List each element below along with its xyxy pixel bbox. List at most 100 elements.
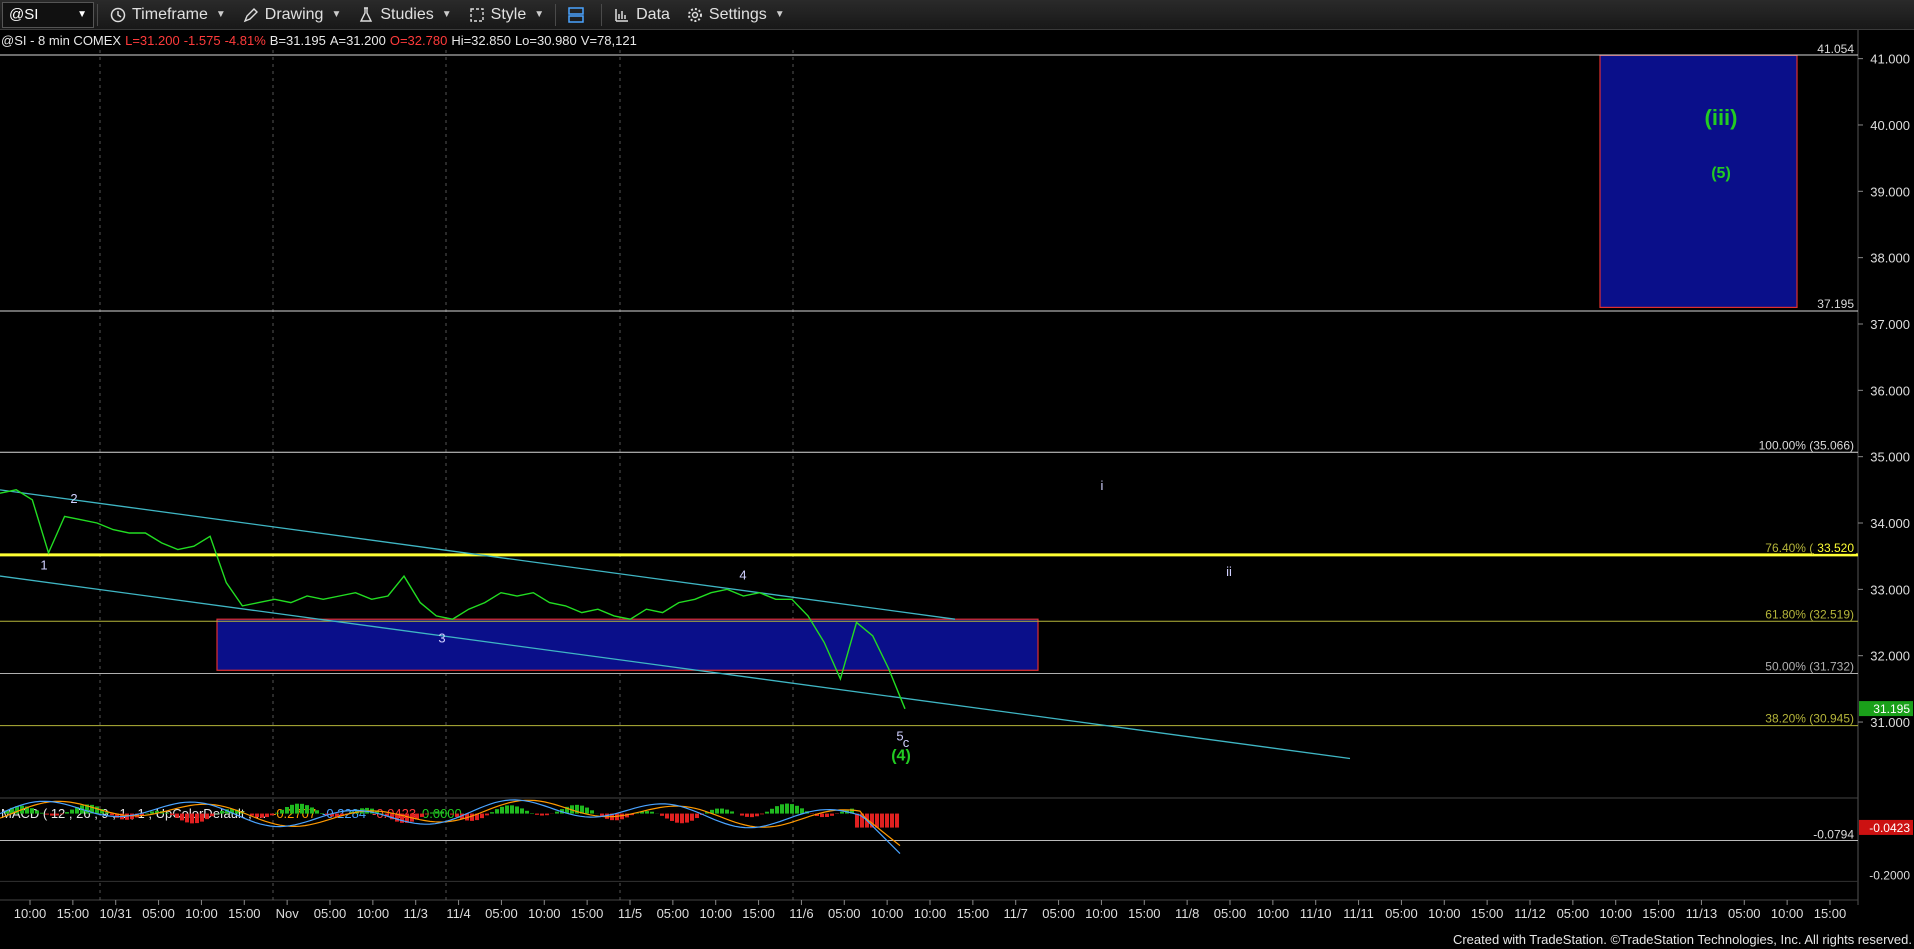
x-tick-label: 10:00 [914, 906, 947, 921]
x-tick-label: 10:00 [14, 906, 47, 921]
macd-histogram-bar [195, 813, 199, 824]
macd-histogram-bar [855, 813, 859, 828]
level-label-5: 50.00% (31.732) [1765, 659, 1854, 673]
target-box-iii [1599, 54, 1798, 309]
macd-histogram-bar [695, 813, 699, 819]
macd-histogram-bar [30, 808, 34, 814]
wave-label: i [1101, 478, 1104, 493]
macd-histogram-bar [70, 809, 74, 814]
x-tick-label: 11/13 [1686, 906, 1718, 921]
macd-histogram-bar [680, 813, 684, 824]
x-tick-label: 10:00 [1771, 906, 1804, 921]
macd-histogram-bar [660, 813, 664, 816]
macd-histogram-bar [500, 806, 504, 814]
macd-histogram-bar [150, 811, 154, 814]
volume: V=78,121 [580, 32, 637, 48]
macd-histogram-bar [310, 807, 314, 814]
macd-histogram-bar [725, 809, 729, 814]
macd-histogram-bar [505, 805, 509, 814]
x-tick-label: 15:00 [1128, 906, 1161, 921]
macd-histogram-bar [45, 813, 49, 815]
macd-histogram-bar [270, 813, 274, 816]
x-tick-label: 05:00 [657, 906, 690, 921]
x-tick-label: 11/10 [1300, 906, 1332, 921]
x-tick-label: 15:00 [742, 906, 775, 921]
macd-histogram-bar [730, 811, 734, 814]
macd-histogram-bar [720, 808, 724, 814]
y-tick-label: 32.000 [1870, 649, 1910, 664]
macd-histogram-bar [470, 813, 474, 821]
price-chart[interactable]: 41.000 40.000 39.000 38.000 37.000 36.000 35.0… [0, 0, 1914, 949]
macd-histogram-bar [35, 810, 39, 814]
macd-histogram-bar [830, 813, 834, 816]
macd-histogram-bar [200, 813, 204, 822]
macd-histogram-bar [540, 813, 544, 816]
last-price: L=31.200 [125, 32, 180, 48]
macd-histogram-bar [180, 813, 184, 821]
macd-histogram-bar [765, 811, 769, 814]
macd-histogram-bar [190, 813, 194, 824]
x-tick-label: 10:00 [1257, 906, 1290, 921]
macd-histogram-bar [495, 809, 499, 814]
x-tick-label: 05:00 [142, 906, 175, 921]
x-tick-label: 10:00 [871, 906, 904, 921]
high-price: Hi=32.850 [451, 32, 511, 48]
bid-price: B=31.195 [269, 32, 326, 48]
macd-histogram-bar [740, 813, 744, 816]
macd-histogram-bar [285, 806, 289, 814]
macd-histogram-bar [545, 813, 549, 816]
footer-credit: Created with TradeStation. ©TradeStation… [1452, 930, 1912, 949]
x-tick-label: 15:00 [957, 906, 990, 921]
macd-histogram-bar [880, 813, 884, 828]
macd-histogram-bar [755, 813, 759, 817]
y-tick-label: 39.000 [1870, 184, 1910, 199]
macd-histogram-bar [420, 813, 424, 817]
macd-histogram-bar [650, 811, 654, 814]
macd-histogram-bar [255, 813, 259, 818]
wave-label: (iii) [1705, 105, 1738, 130]
macd-histogram-bar [770, 808, 774, 814]
macd-histogram-bar [55, 813, 59, 816]
macd-histogram-bar [440, 811, 444, 814]
x-tick-label: 05:00 [1214, 906, 1247, 921]
current-price-label: 31.195 [1873, 702, 1910, 716]
macd-histogram-bar [430, 812, 434, 814]
level-label-6: 38.20% (30.945) [1765, 712, 1854, 726]
level-label-0: 41.054 [1817, 42, 1854, 56]
y-tick-label: 33.000 [1870, 582, 1910, 597]
macd-histogram-bar [275, 812, 279, 814]
macd-histogram-bar [65, 812, 69, 814]
x-tick-label: 05:00 [314, 906, 347, 921]
macd-histogram-bar [585, 807, 589, 814]
level-label-2: 100.00% (35.066) [1759, 438, 1854, 452]
macd-histogram-bar [445, 812, 449, 814]
macd-histogram-bar [590, 810, 594, 814]
macd-histogram-bar [40, 812, 44, 814]
macd-histogram-bar [665, 813, 669, 819]
y-tick-label: 35.000 [1870, 450, 1910, 465]
x-tick-label: 15:00 [571, 906, 604, 921]
x-tick-label: 11/8 [1175, 906, 1199, 921]
x-tick-label: 10:00 [528, 906, 561, 921]
x-tick-label: 11/11 [1343, 906, 1374, 921]
macd-histogram-bar [425, 813, 429, 815]
macd-histogram-bar [685, 813, 689, 823]
x-tick-label: 15:00 [1814, 906, 1847, 921]
macd-histogram-bar [60, 813, 64, 815]
x-tick-label: 11/7 [1004, 906, 1028, 921]
x-tick-label: 10:00 [1428, 906, 1461, 921]
macd-histogram-bar [265, 813, 269, 818]
y-tick-label: 34.000 [1870, 516, 1910, 531]
y-tick-label: 40.000 [1870, 118, 1910, 133]
macd-tick-label: -0.2000 [1869, 868, 1910, 882]
macd-tick-label: -0.0794 [1813, 828, 1854, 842]
macd-histogram-bar [95, 806, 99, 814]
price-series-line [0, 489, 906, 710]
x-tick-label: 05:00 [1728, 906, 1761, 921]
macd-histogram-bar [50, 813, 54, 816]
macd-histogram-bar [790, 804, 794, 814]
wave-label: (5) [1711, 165, 1731, 182]
macd-histogram-bar [210, 813, 214, 817]
macd-histogram-bar [820, 813, 824, 818]
wave-label: 2 [70, 491, 77, 506]
